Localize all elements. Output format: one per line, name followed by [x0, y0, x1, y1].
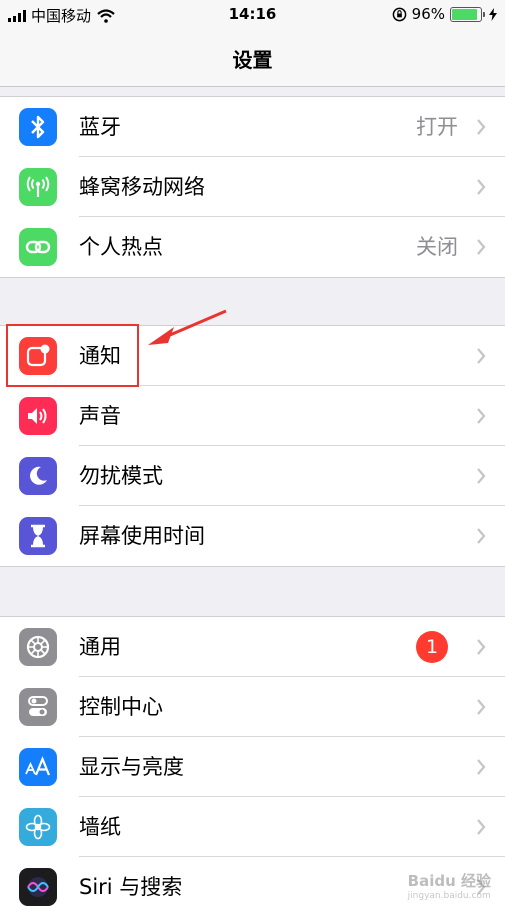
flower-icon [19, 808, 57, 846]
row-value: 打开 [416, 115, 458, 139]
status-right: 96% [392, 5, 497, 23]
moon-icon [19, 457, 57, 495]
gear-icon [19, 628, 57, 666]
hourglass-icon [19, 517, 57, 555]
chevron-right-icon [477, 239, 486, 255]
chevron-right-icon [477, 119, 486, 135]
settings-row-screen-time[interactable]: 屏幕使用时间 [0, 506, 505, 566]
orientation-lock-icon [392, 7, 406, 21]
status-bar: 中国移动 14:16 96% [0, 0, 505, 30]
row-label: 勿扰模式 [79, 464, 163, 488]
row-value: 关闭 [416, 235, 458, 259]
update-badge: 1 [416, 631, 448, 663]
chevron-right-icon [477, 468, 486, 484]
antenna-icon [19, 168, 57, 206]
settings-row-do-not-disturb[interactable]: 勿扰模式 [0, 446, 505, 506]
settings-row-sounds[interactable]: 声音 [0, 386, 505, 446]
baidu-watermark: Baidu 经验 jingyan.baidu.com [408, 870, 491, 901]
chevron-right-icon [477, 528, 486, 544]
settings-row-hotspot[interactable]: 个人热点 关闭 [0, 217, 505, 277]
row-label: 通用 [79, 635, 121, 659]
settings-row-control-center[interactable]: 控制中心 [0, 677, 505, 737]
row-label: 墙纸 [79, 815, 121, 839]
chevron-right-icon [477, 759, 486, 775]
chevron-right-icon [477, 348, 486, 364]
settings-group-connectivity: 蓝牙 打开 蜂窝移动网络 个人热点 关闭 [0, 96, 505, 278]
toggles-icon [19, 688, 57, 726]
settings-row-general[interactable]: 通用 1 [0, 617, 505, 677]
battery-icon [450, 6, 482, 22]
bluetooth-icon [19, 108, 57, 146]
chevron-right-icon [477, 819, 486, 835]
annotation-arrow [148, 309, 227, 345]
settings-row-cellular[interactable]: 蜂窝移动网络 [0, 157, 505, 217]
speaker-icon [19, 397, 57, 435]
settings-row-bluetooth[interactable]: 蓝牙 打开 [0, 97, 505, 157]
battery-fill [452, 8, 477, 20]
battery-tip [483, 11, 485, 17]
row-label: Siri 与搜索 [79, 875, 183, 899]
siri-icon [19, 868, 57, 906]
annotation-highlight-box [6, 324, 139, 387]
text-size-icon [19, 748, 57, 786]
page-title: 设置 [232, 48, 273, 72]
charging-bolt-icon [489, 7, 497, 21]
row-label: 个人热点 [79, 235, 163, 259]
watermark-text: Baidu 经验 [407, 872, 491, 890]
settings-row-wallpaper[interactable]: 墙纸 [0, 797, 505, 857]
chevron-right-icon [477, 639, 486, 655]
row-label: 显示与亮度 [79, 755, 184, 779]
chevron-right-icon [477, 179, 486, 195]
row-label: 控制中心 [79, 695, 163, 719]
battery-percent: 96% [411, 5, 445, 23]
watermark-url: jingyan.baidu.com [407, 891, 491, 901]
row-label: 屏幕使用时间 [79, 524, 205, 548]
nav-bar: 设置 [0, 30, 505, 87]
row-label: 声音 [79, 404, 121, 428]
settings-row-display-brightness[interactable]: 显示与亮度 [0, 737, 505, 797]
hotspot-icon [19, 228, 57, 266]
row-label: 蓝牙 [79, 115, 121, 139]
chevron-right-icon [477, 699, 486, 715]
chevron-right-icon [477, 408, 486, 424]
row-label: 蜂窝移动网络 [79, 175, 205, 199]
